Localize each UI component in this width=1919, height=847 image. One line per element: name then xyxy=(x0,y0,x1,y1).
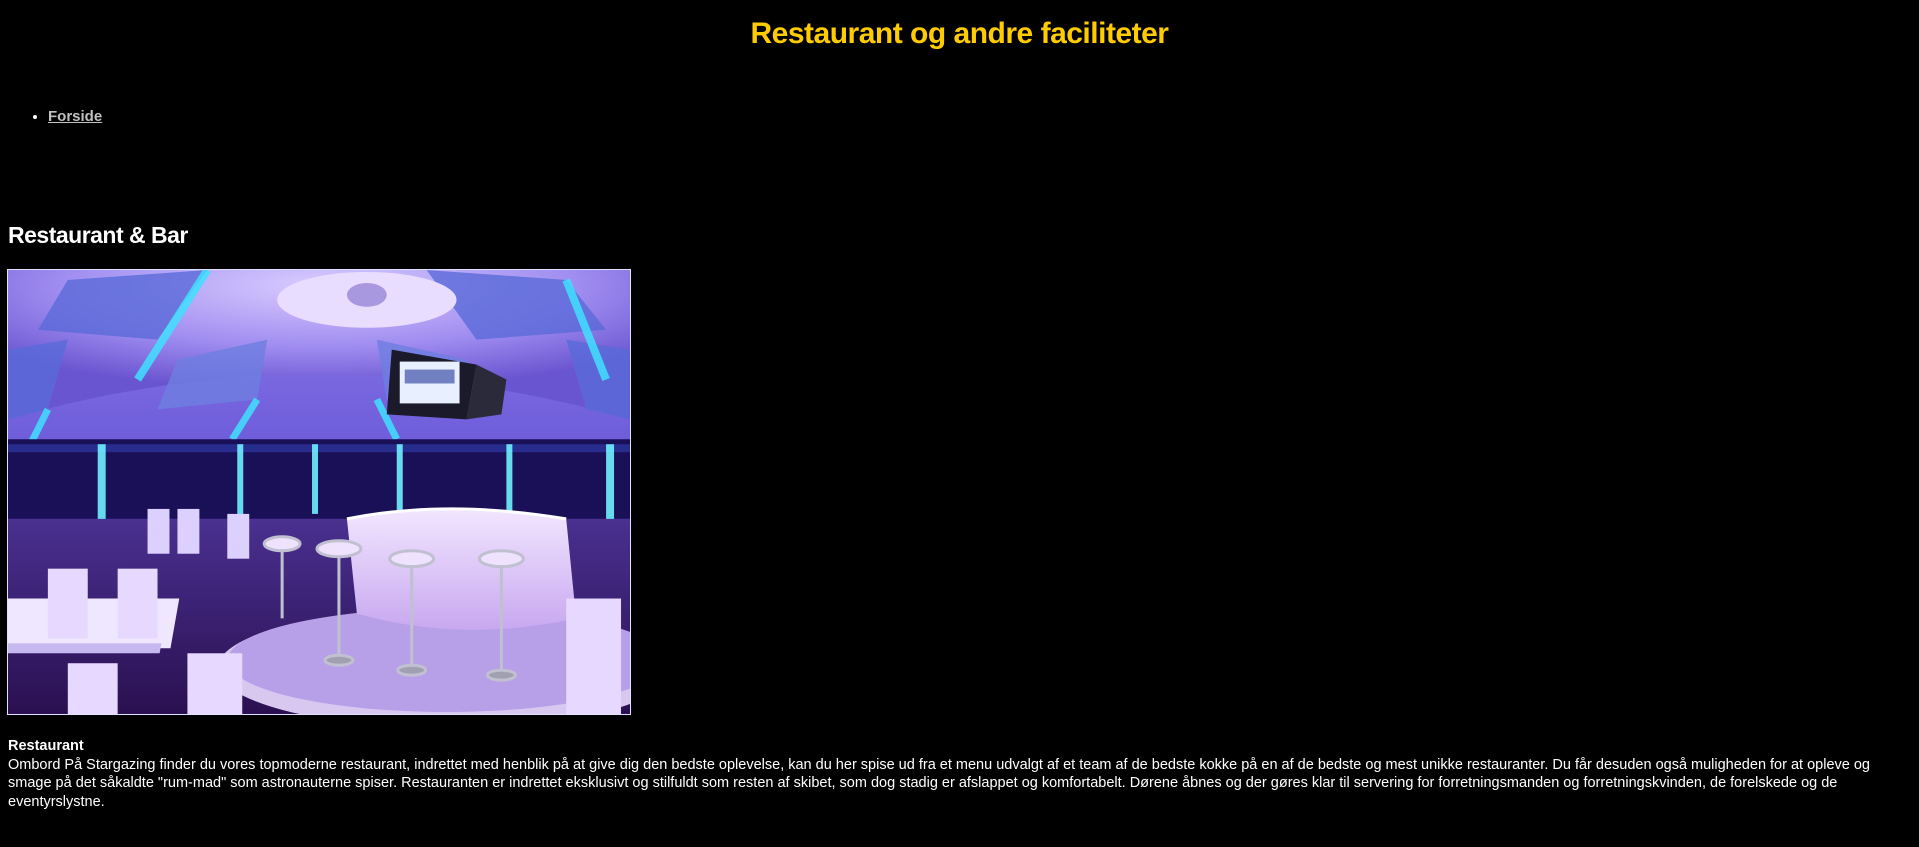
nav-item-forside: Forside xyxy=(48,108,102,125)
subheading-restaurant: Restaurant xyxy=(8,738,84,754)
restaurant-photo xyxy=(7,269,631,715)
restaurant-illustration xyxy=(8,270,630,714)
section-heading: Restaurant & Bar xyxy=(8,222,188,248)
page-title: Restaurant og andre faciliteter xyxy=(750,17,1169,50)
description-paragraph: Ombord På Stargazing finder du vores top… xyxy=(8,756,1870,810)
nav-link-forside[interactable]: Forside xyxy=(48,108,102,125)
nav-list: Forside xyxy=(0,108,102,125)
restaurant-description: Restaurant Ombord På Stargazing finder d… xyxy=(8,737,1914,811)
